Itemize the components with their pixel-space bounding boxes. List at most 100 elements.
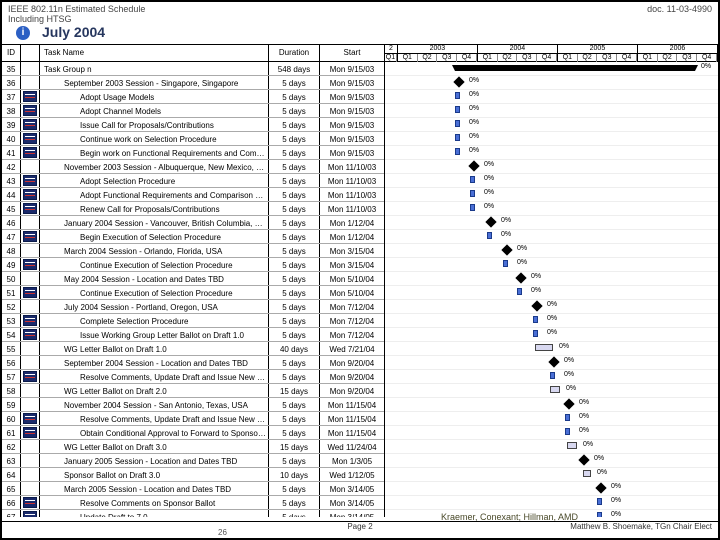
gantt-bar[interactable] (517, 288, 522, 295)
gantt-bar[interactable] (531, 300, 542, 311)
gantt-bar[interactable] (563, 398, 574, 409)
gantt-bar[interactable] (565, 428, 570, 435)
calendar-icon (23, 105, 37, 116)
table-row[interactable]: 54Issue Working Group Letter Ballot on D… (2, 328, 384, 342)
table-row[interactable]: 55WG Letter Ballot on Draft 1.040 daysWe… (2, 342, 384, 356)
table-row[interactable]: 57Resolve Comments, Update Draft and Iss… (2, 370, 384, 384)
table-row[interactable]: 63January 2005 Session - Location and Da… (2, 454, 384, 468)
gantt-bar[interactable] (550, 372, 555, 379)
gantt-bar[interactable] (470, 190, 475, 197)
gantt-bar[interactable] (470, 204, 475, 211)
table-row[interactable]: 53Complete Selection Procedure5 daysMon … (2, 314, 384, 328)
gantt-bar[interactable] (565, 414, 570, 421)
table-row[interactable]: 60Resolve Comments, Update Draft and Iss… (2, 412, 384, 426)
info-icon[interactable]: i (16, 26, 30, 40)
calendar-icon (23, 511, 37, 517)
gantt-bar[interactable] (455, 106, 460, 113)
col-id[interactable]: ID (2, 45, 21, 61)
gantt-row: 0% (385, 118, 718, 132)
gantt-bar[interactable] (501, 244, 512, 255)
table-row[interactable]: 36September 2003 Session - Singapore, Si… (2, 76, 384, 90)
table-row[interactable]: 51Continue Execution of Selection Proced… (2, 286, 384, 300)
gantt-row: 0% (385, 454, 718, 468)
gantt-bar[interactable] (455, 134, 460, 141)
percent-label: 0% (611, 497, 621, 504)
table-row[interactable]: 50May 2004 Session - Location and Dates … (2, 272, 384, 286)
gantt-bar[interactable] (535, 344, 553, 351)
percent-label: 0% (469, 105, 479, 112)
table-row[interactable]: 48March 2004 Session - Orlando, Florida,… (2, 244, 384, 258)
table-row[interactable]: 58WG Letter Ballot on Draft 2.015 daysMo… (2, 384, 384, 398)
gantt-bar[interactable] (550, 386, 560, 393)
gantt-bar[interactable] (533, 330, 538, 337)
table-row[interactable]: 35Task Group n548 daysMon 9/15/03 (2, 62, 384, 76)
table-row[interactable]: 44Adopt Functional Requirements and Comp… (2, 188, 384, 202)
col-name[interactable]: Task Name (40, 45, 269, 61)
gantt-bar[interactable] (455, 92, 460, 99)
table-row[interactable]: 46January 2004 Session - Vancouver, Brit… (2, 216, 384, 230)
col-start[interactable]: Start (320, 45, 384, 61)
table-row[interactable]: 62WG Letter Ballot on Draft 3.015 daysWe… (2, 440, 384, 454)
gantt-bar[interactable] (567, 442, 577, 449)
gantt-bar[interactable] (455, 120, 460, 127)
gantt-bar[interactable] (548, 356, 559, 367)
gantt-bar[interactable] (455, 148, 460, 155)
gantt-bar[interactable] (595, 482, 606, 493)
percent-label: 0% (517, 259, 527, 266)
percent-label: 0% (484, 175, 494, 182)
gantt-bar[interactable] (453, 76, 464, 87)
table-row[interactable]: 66Resolve Comments on Sponsor Ballot5 da… (2, 496, 384, 510)
table-row[interactable]: 67Update Draft to 7.05 daysMon 3/14/05 (2, 510, 384, 517)
gantt-bar[interactable] (597, 498, 602, 505)
calendar-icon (23, 371, 37, 382)
title-bar: i July 2004 (2, 24, 718, 45)
header-right: doc. 11-03-4990 (647, 4, 712, 24)
table-row[interactable]: 40Continue work on Selection Procedure5 … (2, 132, 384, 146)
table-row[interactable]: 38Adopt Channel Models5 daysMon 9/15/03 (2, 104, 384, 118)
percent-label: 0% (701, 63, 711, 70)
table-row[interactable]: 61Obtain Conditional Approval to Forward… (2, 426, 384, 440)
calendar-icon (23, 427, 37, 438)
gantt-row: 0% (385, 62, 718, 76)
gantt-bar[interactable] (485, 216, 496, 227)
gantt-bar[interactable] (455, 65, 695, 71)
percent-label: 0% (484, 203, 494, 210)
table-row[interactable]: 65March 2005 Session - Location and Date… (2, 482, 384, 496)
gantt-bar[interactable] (583, 470, 591, 477)
gantt-row: 0% (385, 384, 718, 398)
gantt-row: 0% (385, 496, 718, 510)
table-row[interactable]: 64Sponsor Ballot on Draft 3.010 daysWed … (2, 468, 384, 482)
table-row[interactable]: 45Renew Call for Proposals/Contributions… (2, 202, 384, 216)
gantt-row: 0% (385, 440, 718, 454)
col-indicator[interactable] (21, 45, 40, 61)
gantt-bar[interactable] (533, 316, 538, 323)
table-row[interactable]: 37Adopt Usage Models5 daysMon 9/15/03 (2, 90, 384, 104)
table-row[interactable]: 41Begin work on Functional Requirements … (2, 146, 384, 160)
calendar-icon (23, 175, 37, 186)
gantt-bar[interactable] (487, 232, 492, 239)
doc-header: IEEE 802.11n Estimated Schedule Includin… (2, 2, 718, 24)
gantt-row: 0% (385, 412, 718, 426)
table-row[interactable]: 43Adopt Selection Procedure5 daysMon 11/… (2, 174, 384, 188)
gantt-bar[interactable] (470, 176, 475, 183)
table-row[interactable]: 39Issue Call for Proposals/Contributions… (2, 118, 384, 132)
gantt-bar[interactable] (503, 260, 508, 267)
table-row[interactable]: 56September 2004 Session - Location and … (2, 356, 384, 370)
table-row[interactable]: 47Begin Execution of Selection Procedure… (2, 230, 384, 244)
gantt-bar[interactable] (578, 454, 589, 465)
gantt-bar[interactable] (468, 160, 479, 171)
table-row[interactable]: 42November 2003 Session - Albuquerque, N… (2, 160, 384, 174)
gantt-bar[interactable] (597, 512, 602, 517)
table-row[interactable]: 59November 2004 Session - San Antonio, T… (2, 398, 384, 412)
gantt-chart[interactable]: 2Q12003Q1Q2Q3Q42004Q1Q2Q3Q42005Q1Q2Q3Q42… (385, 45, 718, 517)
col-duration[interactable]: Duration (269, 45, 320, 61)
gantt-row: 0% (385, 314, 718, 328)
gantt-row: 0% (385, 188, 718, 202)
gantt-bar[interactable] (515, 272, 526, 283)
task-table: ID Task Name Duration Start 35Task Group… (2, 45, 385, 517)
table-row[interactable]: 49Continue Execution of Selection Proced… (2, 258, 384, 272)
table-row[interactable]: 52July 2004 Session - Portland, Oregon, … (2, 300, 384, 314)
percent-label: 0% (564, 371, 574, 378)
timeline-header: 2Q12003Q1Q2Q3Q42004Q1Q2Q3Q42005Q1Q2Q3Q42… (385, 45, 718, 62)
calendar-icon (23, 413, 37, 424)
